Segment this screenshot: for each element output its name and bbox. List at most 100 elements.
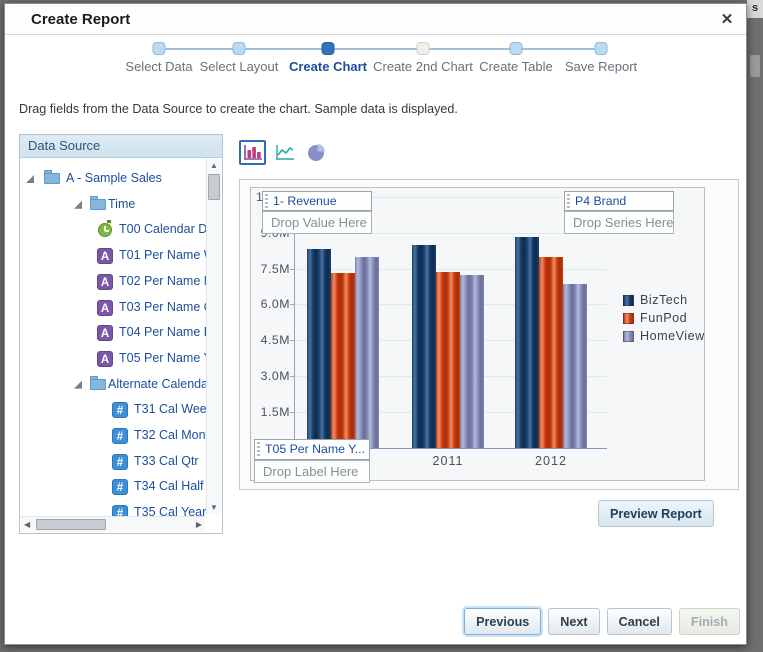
dialog-titlebar: Create Report ✕ xyxy=(5,4,746,35)
tree-item-t00-calendar-date[interactable]: T00 Calendar Date xyxy=(20,217,206,243)
bar-homeview-2012 xyxy=(563,284,587,448)
number-icon: # xyxy=(112,453,129,470)
legend-label: BizTech xyxy=(640,293,688,307)
step-label[interactable]: Create 2nd Chart xyxy=(373,59,473,74)
x-tick-label: 2011 xyxy=(432,454,464,468)
tree-item-alternate-calendars[interactable]: Alternate Calendars xyxy=(20,372,206,398)
close-icon[interactable]: ✕ xyxy=(716,9,738,31)
step-node-select-layout[interactable] xyxy=(232,42,246,55)
tree-item-t34-cal-half[interactable]: # T34 Cal Half xyxy=(20,474,206,500)
tree-item-t02-per-name-mor[interactable]: A T02 Per Name Mor xyxy=(20,269,206,295)
data-source-tree: A - Sample Sales Time T00 Calendar Date A T0… xyxy=(20,158,222,533)
tree-item-t33-cal-qtr[interactable]: # T33 Cal Qtr xyxy=(20,449,206,475)
y-axis-line xyxy=(294,196,295,448)
line-chart-icon[interactable] xyxy=(271,140,298,165)
folder-icon xyxy=(90,375,107,393)
drag-grip-icon xyxy=(567,194,570,208)
tree-item-label: Alternate Calendars xyxy=(108,376,206,391)
alpha-icon: A xyxy=(97,273,114,290)
step-node-create-2nd-chart[interactable] xyxy=(416,42,430,55)
tree-item-time[interactable]: Time xyxy=(20,192,206,218)
scroll-right-icon[interactable]: ▶ xyxy=(196,520,202,529)
dialog-footer: Previous Next Cancel Finish xyxy=(464,608,740,635)
legend-item-homeview: HomeView xyxy=(623,329,705,343)
scroll-left-icon[interactable]: ◀ xyxy=(24,520,30,529)
legend-label: FunPod xyxy=(640,311,688,325)
bar-funpod-2011 xyxy=(436,272,460,448)
tree-vertical-scrollbar[interactable]: ▲ ▼ xyxy=(206,159,221,514)
tree-item-label: T00 Calendar Date xyxy=(119,222,206,237)
tree-item-label: T33 Cal Qtr xyxy=(134,453,199,468)
drag-grip-icon xyxy=(257,442,260,457)
number-icon: # xyxy=(112,401,129,419)
label-field-chip[interactable]: T05 Per Name Y... xyxy=(254,439,370,460)
x-tick-label: 2012 xyxy=(534,454,568,468)
scroll-down-icon[interactable]: ▼ xyxy=(207,503,221,512)
step-node-select-data[interactable] xyxy=(152,42,166,55)
chart-preview-container: 1- Revenue Drop Value Here P4 Brand Drop… xyxy=(239,179,739,490)
tree-item-label: T32 Cal Month xyxy=(134,428,206,442)
tree-item-t03-per-name-qtr[interactable]: A T03 Per Name Qtr xyxy=(20,295,206,321)
step-node-save-report[interactable] xyxy=(594,42,608,55)
step-label[interactable]: Select Layout xyxy=(200,59,279,74)
finish-button: Finish xyxy=(678,608,740,635)
number-icon: # xyxy=(112,427,129,444)
pie-chart-icon[interactable] xyxy=(303,140,330,165)
tree-item-t31-cal-week[interactable]: # T31 Cal Week xyxy=(20,397,206,423)
legend-item-biztech: BizTech xyxy=(623,293,688,307)
series-field-chip[interactable]: P4 Brand xyxy=(564,191,674,211)
tree-item-t32-cal-month[interactable]: # T32 Cal Month xyxy=(20,423,206,449)
vertical-scrollbar-thumb[interactable] xyxy=(208,174,220,200)
bar-biztech-2011 xyxy=(412,244,436,448)
dialog-title: Create Report xyxy=(31,11,131,28)
alpha-icon: A xyxy=(97,324,114,342)
expand-triangle-icon[interactable] xyxy=(26,175,34,183)
legend-swatch xyxy=(623,330,634,342)
data-source-header: Data Source xyxy=(20,135,222,158)
expand-triangle-icon[interactable] xyxy=(74,200,82,209)
preview-report-button[interactable]: Preview Report xyxy=(598,500,714,527)
tree-item-a-sample-sales[interactable]: A - Sample Sales xyxy=(20,166,206,192)
previous-button[interactable]: Previous xyxy=(464,608,542,635)
alpha-icon: A xyxy=(97,350,114,367)
background-scrollbar-thumb xyxy=(750,55,760,77)
step-node-create-chart[interactable] xyxy=(321,42,335,55)
tree-item-t04-per-name-half[interactable]: A T04 Per Name Half xyxy=(20,320,206,346)
y-tick-label: 3.0M xyxy=(260,369,290,384)
expand-triangle-icon[interactable] xyxy=(74,380,82,389)
value-field-chip[interactable]: 1- Revenue xyxy=(262,191,372,211)
drop-series-zone[interactable]: Drop Series Here xyxy=(564,211,674,234)
cancel-button[interactable]: Cancel xyxy=(606,608,672,635)
step-label[interactable]: Save Report xyxy=(565,59,637,74)
tree-item-label: T01 Per Name Wee xyxy=(119,248,206,263)
horizontal-scrollbar-thumb[interactable] xyxy=(36,519,106,530)
drop-value-zone[interactable]: Drop Value Here xyxy=(262,211,372,234)
legend-swatch xyxy=(623,294,634,306)
alpha-icon: A xyxy=(97,299,114,316)
number-icon: # xyxy=(112,478,129,496)
y-tick-label: 7.5M xyxy=(260,261,290,276)
tree-horizontal-scrollbar[interactable]: ◀ ▶ xyxy=(21,516,205,532)
step-label[interactable]: Select Data xyxy=(125,59,192,74)
step-node-create-table[interactable] xyxy=(509,42,523,55)
next-button[interactable]: Next xyxy=(548,608,600,635)
legend-swatch xyxy=(623,312,634,324)
chart-type-toolbar xyxy=(239,140,330,165)
drop-label-zone[interactable]: Drop Label Here xyxy=(254,460,370,483)
folder-icon xyxy=(90,195,107,213)
tree-item-t01-per-name-wee[interactable]: A T01 Per Name Wee xyxy=(20,243,206,269)
steps-connector-line xyxy=(159,48,601,50)
tree-item-label: T02 Per Name Mor xyxy=(119,273,206,288)
scroll-up-icon[interactable]: ▲ xyxy=(207,161,221,170)
tree-item-label: T31 Cal Week xyxy=(134,402,206,417)
step-label[interactable]: Create Table xyxy=(479,59,552,74)
step-label[interactable]: Create Chart xyxy=(289,59,367,74)
bar-homeview-group1 xyxy=(355,256,379,448)
tree-item-label: T04 Per Name Half xyxy=(119,325,206,340)
legend-item-funpod: FunPod xyxy=(623,311,687,325)
bar-funpod-group1 xyxy=(331,273,355,448)
bar-chart-icon[interactable] xyxy=(239,140,266,165)
tree-item-label: T05 Per Name Yea xyxy=(119,350,206,365)
data-source-panel: Data Source A - Sample Sales Time T00 Cale… xyxy=(19,134,223,534)
tree-item-t05-per-name-yea[interactable]: A T05 Per Name Yea xyxy=(20,346,206,372)
